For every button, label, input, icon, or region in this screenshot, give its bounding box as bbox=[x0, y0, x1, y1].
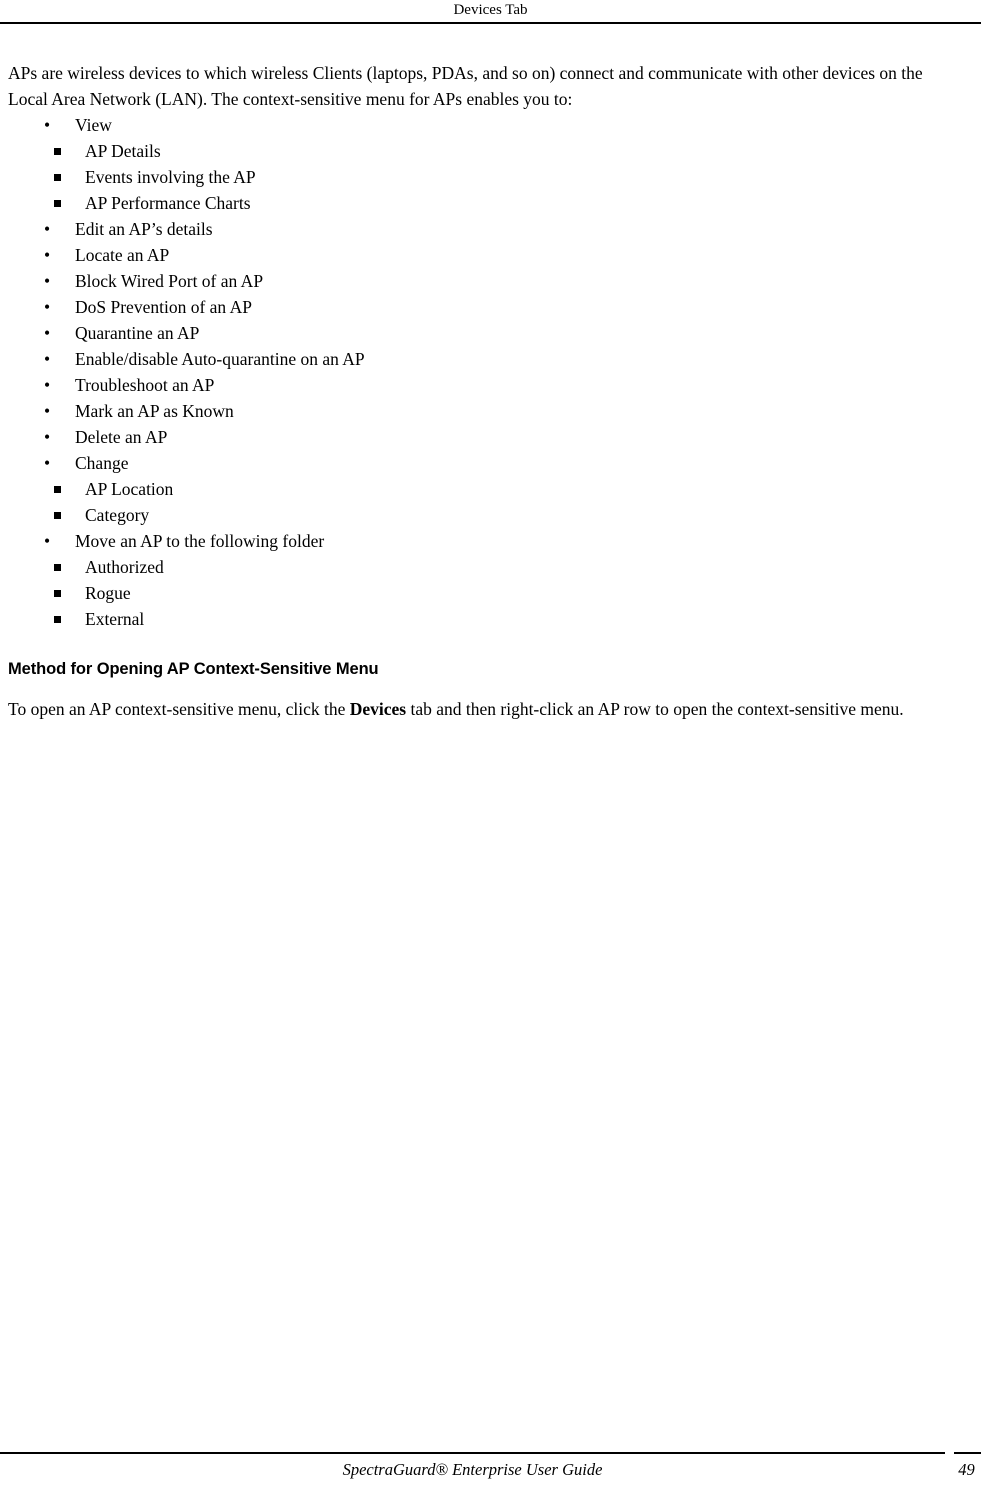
sub-list: AP Details Events involving the AP AP Perf… bbox=[8, 138, 963, 216]
sub-list-item: External bbox=[8, 606, 963, 632]
sub-list-item-label: Rogue bbox=[85, 583, 131, 603]
list-item: • Delete an AP bbox=[8, 424, 963, 450]
list-item-label: DoS Prevention of an AP bbox=[75, 297, 252, 317]
sub-list-item-label: External bbox=[85, 609, 145, 629]
bullet-square-icon bbox=[54, 200, 61, 207]
page-header: Devices Tab bbox=[0, 0, 981, 26]
bullet-disc-icon: • bbox=[44, 115, 51, 135]
bullet-disc-icon: • bbox=[44, 323, 51, 343]
bullet-disc-icon: • bbox=[44, 271, 51, 291]
list-item: • Block Wired Port of an AP bbox=[8, 268, 963, 294]
intro-paragraph: APs are wireless devices to which wirele… bbox=[8, 63, 923, 109]
list-item-label: Quarantine an AP bbox=[75, 323, 200, 343]
header-divider bbox=[0, 22, 981, 24]
list-item: • Move an AP to the following folder bbox=[8, 528, 963, 554]
list-item: • View bbox=[8, 112, 963, 138]
list-item-label: Edit an AP’s details bbox=[75, 219, 213, 239]
list-item: • Change bbox=[8, 450, 963, 476]
list-item: • Troubleshoot an AP bbox=[8, 372, 963, 398]
devices-tab-bold-run: Devices bbox=[349, 699, 407, 719]
bullet-disc-icon: • bbox=[44, 297, 51, 317]
list-item: • Quarantine an AP bbox=[8, 320, 963, 346]
list-item: • Mark an AP as Known bbox=[8, 398, 963, 424]
bullet-square-icon bbox=[54, 148, 61, 155]
bullet-square-icon bbox=[54, 174, 61, 181]
sub-list-item-label: AP Location bbox=[85, 479, 174, 499]
paragraph-text-after-bold: tab and then right-click an AP row to op… bbox=[406, 699, 904, 719]
list-item: • Locate an AP bbox=[8, 242, 963, 268]
bullet-square-icon bbox=[54, 512, 61, 519]
list-item: • Enable/disable Auto-quarantine on an AP bbox=[8, 346, 963, 372]
sub-list-item: Authorized bbox=[8, 554, 963, 580]
list-item-label: Locate an AP bbox=[75, 245, 170, 265]
footer-divider-page-number bbox=[954, 1452, 981, 1454]
sub-list-item-label: AP Performance Charts bbox=[85, 193, 251, 213]
bullet-disc-icon: • bbox=[44, 349, 51, 369]
bullet-square-icon bbox=[54, 486, 61, 493]
list-item-label: Enable/disable Auto-quarantine on an AP bbox=[75, 349, 365, 369]
document-content: APs are wireless devices to which wirele… bbox=[8, 60, 963, 722]
bullet-disc-icon: • bbox=[44, 401, 51, 421]
footer-divider bbox=[0, 1452, 945, 1454]
sub-list-item: AP Performance Charts bbox=[8, 190, 963, 216]
page-footer: SpectraGuard® Enterprise User Guide 49 bbox=[0, 1452, 981, 1493]
sub-list: Authorized Rogue External bbox=[8, 554, 963, 632]
sub-list-item-label: Events involving the AP bbox=[85, 167, 256, 187]
section-paragraph: To open an AP context-sensitive menu, cl… bbox=[8, 696, 963, 722]
bullet-square-icon bbox=[54, 564, 61, 571]
paragraph-text-before-bold: To open an AP context-sensitive menu, cl… bbox=[8, 699, 350, 719]
bullet-square-icon bbox=[54, 590, 61, 597]
bullet-square-icon bbox=[54, 616, 61, 623]
section-heading: Method for Opening AP Context-Sensitive … bbox=[8, 660, 379, 678]
sub-list: AP Location Category bbox=[8, 476, 963, 528]
sub-list-item: Rogue bbox=[8, 580, 963, 606]
bullet-disc-icon: • bbox=[44, 531, 51, 551]
sub-list-item-label: Authorized bbox=[85, 557, 164, 577]
bullet-disc-icon: • bbox=[44, 453, 51, 473]
list-item-label: Move an AP to the following folder bbox=[75, 531, 325, 551]
sub-list-item: Category bbox=[8, 502, 963, 528]
bullet-disc-icon: • bbox=[44, 375, 51, 395]
bullet-disc-icon: • bbox=[44, 245, 51, 265]
bullet-disc-icon: • bbox=[44, 219, 51, 239]
list-item: • Edit an AP’s details bbox=[8, 216, 963, 242]
sub-list-item-label: Category bbox=[85, 505, 150, 525]
list-item-label: Block Wired Port of an AP bbox=[75, 271, 264, 291]
sub-list-item: Events involving the AP bbox=[8, 164, 963, 190]
sub-list-item: AP Location bbox=[8, 476, 963, 502]
footer-title: SpectraGuard® Enterprise User Guide bbox=[342, 1460, 603, 1479]
page-number: 49 bbox=[958, 1460, 975, 1479]
list-item: • DoS Prevention of an AP bbox=[8, 294, 963, 320]
ap-actions-list: • View AP Details Events involving the AP AP… bbox=[8, 112, 963, 632]
list-item-label: Troubleshoot an AP bbox=[75, 375, 215, 395]
page-header-title: Devices Tab bbox=[453, 2, 528, 18]
sub-list-item: AP Details bbox=[8, 138, 963, 164]
bullet-disc-icon: • bbox=[44, 427, 51, 447]
sub-list-item-label: AP Details bbox=[85, 141, 161, 161]
list-item-label: Mark an AP as Known bbox=[75, 401, 234, 421]
list-item-label: Delete an AP bbox=[75, 427, 168, 447]
list-item-label: Change bbox=[75, 453, 129, 473]
list-item-label: View bbox=[75, 115, 112, 135]
